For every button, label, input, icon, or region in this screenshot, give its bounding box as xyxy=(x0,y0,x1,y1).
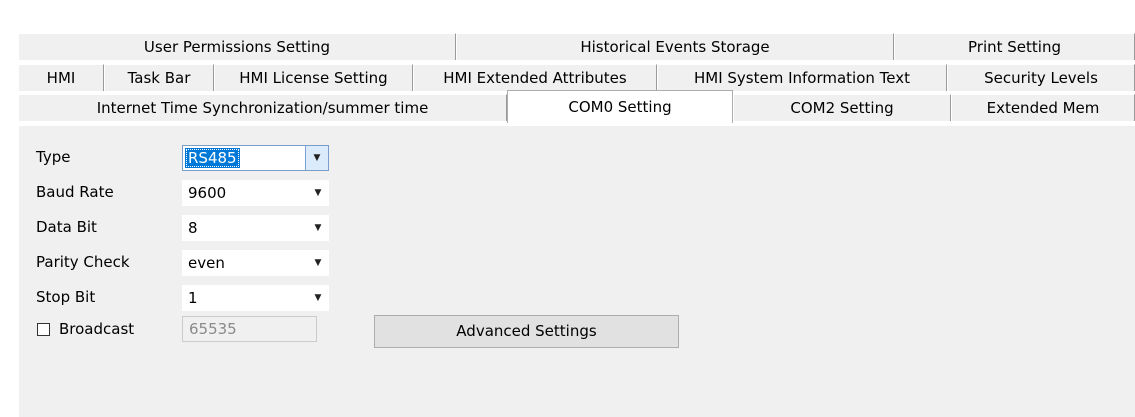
data-bit-label: Data Bit xyxy=(36,218,97,236)
data-bit-value: 8 xyxy=(188,219,198,237)
baud-rate-label: Baud Rate xyxy=(36,183,114,201)
type-combo[interactable]: RS485 ▼ xyxy=(182,145,329,171)
tab-row-2: HMI Task Bar HMI License Setting HMI Ext… xyxy=(18,64,1135,91)
type-value: RS485 xyxy=(185,148,240,168)
stop-bit-value: 1 xyxy=(188,289,198,307)
chevron-down-icon[interactable]: ▼ xyxy=(307,285,329,311)
type-label: Type xyxy=(36,148,71,166)
broadcast-checkbox[interactable] xyxy=(37,323,50,336)
broadcast-address-field: 65535 xyxy=(182,316,317,342)
parity-check-value: even xyxy=(188,254,225,272)
tab-print-setting[interactable]: Print Setting xyxy=(894,33,1135,60)
parity-check-combo[interactable]: even ▼ xyxy=(182,250,329,276)
baud-rate-value: 9600 xyxy=(188,184,227,202)
stop-bit-label: Stop Bit xyxy=(36,288,96,306)
tab-row-3: Internet Time Synchronization/summer tim… xyxy=(18,90,1135,123)
advanced-settings-button[interactable]: Advanced Settings xyxy=(374,315,679,348)
tab-hmi-license[interactable]: HMI License Setting xyxy=(214,64,413,91)
broadcast-label: Broadcast xyxy=(59,320,135,338)
tab-internet-time-sync[interactable]: Internet Time Synchronization/summer tim… xyxy=(18,94,507,121)
stop-bit-combo[interactable]: 1 ▼ xyxy=(182,285,329,311)
tab-extended-mem[interactable]: Extended Mem xyxy=(951,94,1135,121)
chevron-down-icon[interactable]: ▼ xyxy=(307,250,329,276)
tab-hmi[interactable]: HMI xyxy=(18,64,104,91)
chevron-down-icon[interactable]: ▼ xyxy=(307,215,329,241)
tab-strip: User Permissions Setting Historical Even… xyxy=(18,0,1135,125)
com0-settings-panel: Type RS485 ▼ Baud Rate 9600 ▼ Data Bit 8… xyxy=(18,125,1135,417)
tab-security-levels[interactable]: Security Levels xyxy=(947,64,1135,91)
tab-hmi-system-info-text[interactable]: HMI System Information Text xyxy=(657,64,947,91)
chevron-down-icon[interactable]: ▼ xyxy=(305,146,328,170)
tab-com0-setting[interactable]: COM0 Setting xyxy=(507,90,733,123)
tab-task-bar[interactable]: Task Bar xyxy=(104,64,214,91)
tab-com2-setting[interactable]: COM2 Setting xyxy=(733,94,951,121)
chevron-down-icon[interactable]: ▼ xyxy=(307,180,329,206)
data-bit-combo[interactable]: 8 ▼ xyxy=(182,215,329,241)
tab-row-1: User Permissions Setting Historical Even… xyxy=(18,33,1135,60)
baud-rate-combo[interactable]: 9600 ▼ xyxy=(182,180,329,206)
tab-hmi-extended-attributes[interactable]: HMI Extended Attributes xyxy=(413,64,657,91)
tab-user-permissions[interactable]: User Permissions Setting xyxy=(18,33,456,60)
tab-historical-events[interactable]: Historical Events Storage xyxy=(456,33,894,60)
parity-check-label: Parity Check xyxy=(36,253,130,271)
